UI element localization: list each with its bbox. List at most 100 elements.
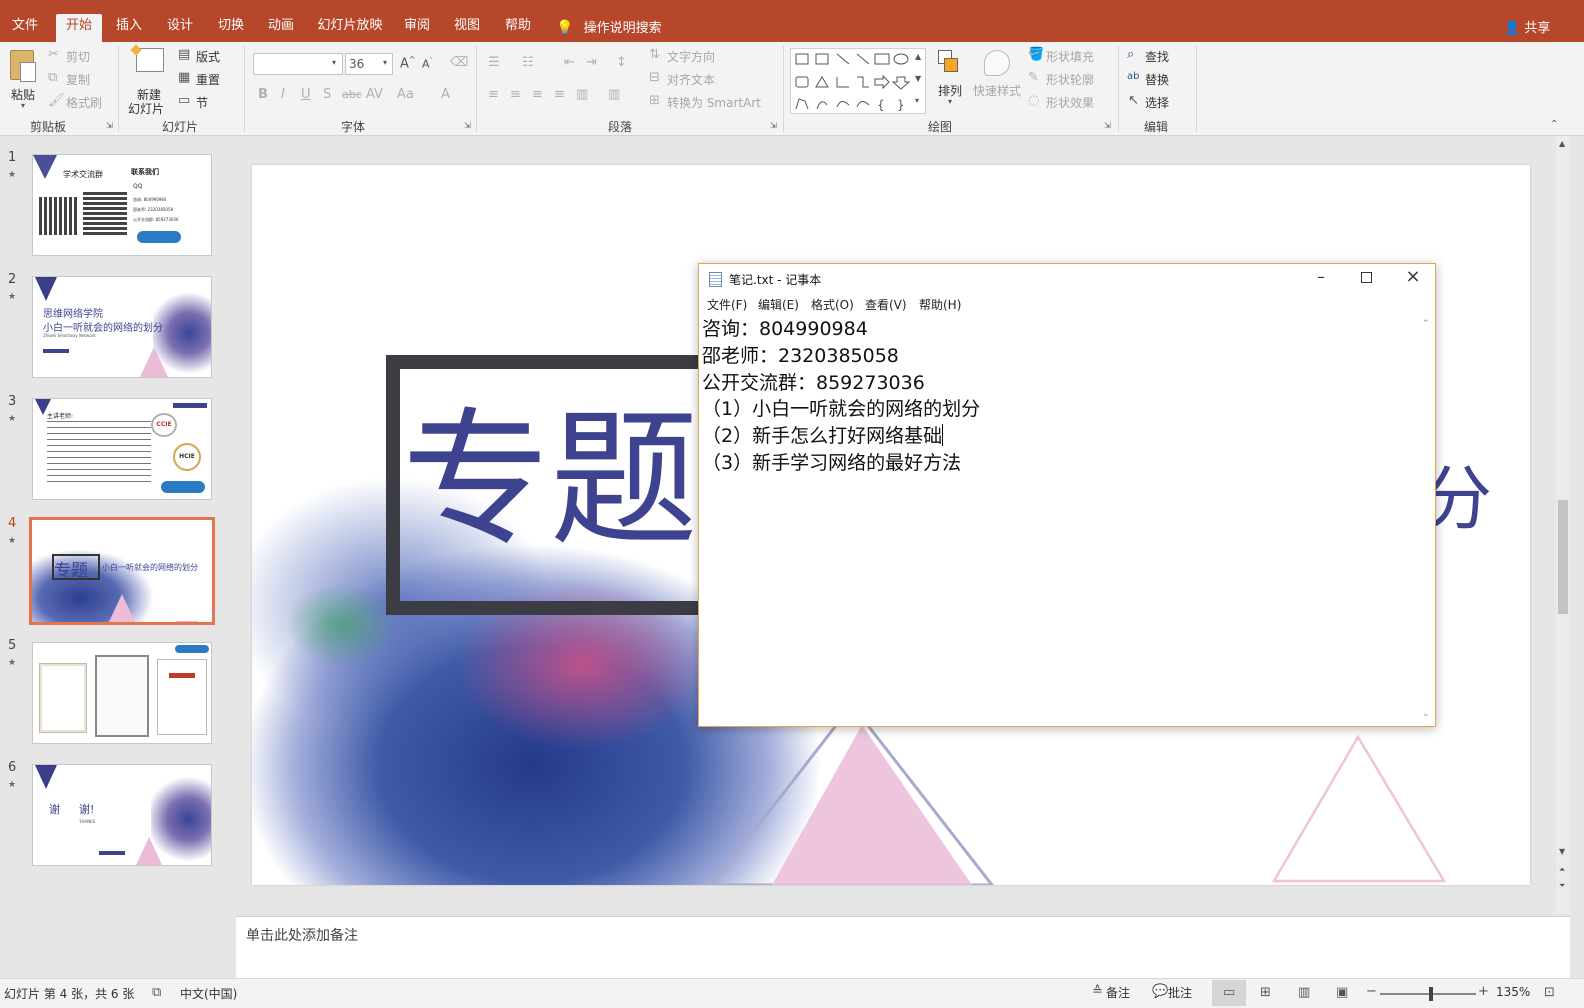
notepad-menu-help[interactable]: 帮助(H)	[919, 296, 961, 313]
slide-thumbnail-1[interactable]: 学术交流群 联系我们 QQ 咨询: 804990984 邵老师: 2320385…	[32, 154, 212, 256]
scroll-up-icon[interactable]: ▲	[1559, 140, 1565, 148]
zoom-slider[interactable]	[1380, 987, 1476, 1001]
replace-button[interactable]: ab 替换	[1127, 71, 1189, 89]
justify-icon[interactable]: ≡	[554, 88, 565, 101]
language-indicator[interactable]: 中文(中国)	[180, 985, 237, 1002]
notepad-vertical-scrollbar[interactable]: ⌃ ⌄	[1418, 316, 1435, 724]
notepad-menu-format[interactable]: 格式(O)	[811, 296, 854, 313]
notepad-menu-file[interactable]: 文件(F)	[707, 296, 747, 313]
char-spacing-button[interactable]: AV	[366, 88, 383, 101]
new-slide-button[interactable]: 新建 幻灯片	[126, 44, 176, 116]
change-case-button[interactable]: Aa	[397, 88, 414, 101]
comments-button[interactable]: 💬 批注	[1152, 984, 1202, 1002]
maximize-icon[interactable]	[1361, 272, 1372, 283]
scroll-down-icon[interactable]: ▼	[1559, 848, 1565, 856]
align-text-button[interactable]: ⊟ 对齐文本	[649, 71, 739, 89]
italic-button[interactable]: I	[281, 88, 285, 101]
tab-animations[interactable]: 动画	[260, 14, 302, 42]
columns-icon[interactable]: ▥	[608, 88, 620, 101]
decrease-indent-icon[interactable]: ⇤	[564, 56, 575, 69]
strikethrough-button[interactable]: abc	[342, 89, 362, 100]
arrange-button[interactable]: 排列 ▾	[934, 48, 966, 112]
zoom-out-icon[interactable]: −	[1366, 985, 1377, 998]
bullets-icon[interactable]: ☰	[488, 56, 500, 69]
tab-help[interactable]: 帮助	[497, 14, 539, 42]
dialog-launcher-icon[interactable]: ⇲	[106, 122, 113, 130]
slide-thumbnail-5[interactable]	[32, 642, 212, 744]
align-center-icon[interactable]: ≡	[510, 88, 521, 101]
align-left-icon[interactable]: ≡	[488, 88, 499, 101]
copy-button[interactable]: ⧉ 复制	[48, 71, 108, 89]
tab-design[interactable]: 设计	[159, 14, 201, 42]
shadow-button[interactable]: S	[323, 88, 331, 101]
shape-effects-button[interactable]: ◌ 形状效果	[1028, 94, 1108, 112]
shape-fill-button[interactable]: 🪣 形状填充	[1028, 48, 1108, 66]
font-color-button[interactable]: A	[441, 88, 450, 101]
format-painter-button[interactable]: 🖌 格式刷	[48, 94, 108, 112]
share-button[interactable]: 👤 共享	[1504, 17, 1550, 36]
distributed-icon[interactable]: ▥	[576, 88, 588, 101]
next-slide-icon[interactable]: ⏷	[1559, 882, 1565, 890]
increase-indent-icon[interactable]: ⇥	[586, 56, 597, 69]
notepad-menu-view[interactable]: 查看(V)	[865, 296, 907, 313]
shapes-gallery[interactable]: {} ▲ ▼ ▾	[790, 48, 926, 114]
section-button[interactable]: ▭ 节	[178, 94, 236, 112]
font-size-combo[interactable]: 36 ▾	[345, 53, 393, 75]
grow-font-icon[interactable]: A^	[400, 56, 416, 71]
shrink-font-icon[interactable]: Aˇ	[422, 58, 433, 70]
text-direction-button[interactable]: ⇅ 文字方向	[649, 48, 739, 66]
line-spacing-icon[interactable]: ↕	[616, 56, 627, 69]
scroll-up-icon[interactable]: ⌃	[1422, 320, 1430, 329]
previous-slide-icon[interactable]: ⏶	[1559, 866, 1565, 874]
tab-file[interactable]: 文件	[4, 14, 46, 42]
align-right-icon[interactable]: ≡	[532, 88, 543, 101]
notepad-titlebar[interactable]: 笔记.txt - 记事本 – ×	[699, 264, 1435, 294]
slide-thumbnail-4[interactable]: 专题 小白一听就会的网络的划分	[29, 517, 215, 625]
slide-thumbnail-3[interactable]: 主讲老师: CCIE HCIE	[32, 398, 212, 500]
notepad-text-area[interactable]: 咨询：804990984 邵老师：2320385058 公开交流群：85927303…	[702, 316, 1416, 724]
tab-insert[interactable]: 插入	[108, 14, 150, 42]
slide-thumbnail-2[interactable]: 思维网络学院 小白一听就会的网络的划分 Zhiwei Smartway Netw…	[32, 276, 212, 378]
shape-outline-button[interactable]: ✎ 形状轮廓	[1028, 71, 1108, 89]
normal-view-button[interactable]: ▭	[1212, 980, 1246, 1006]
underline-button[interactable]: U	[301, 88, 311, 101]
find-button[interactable]: ⌕ 查找	[1127, 48, 1187, 66]
scroll-thumb[interactable]	[1558, 500, 1568, 614]
zoom-level[interactable]: 135%	[1496, 985, 1530, 999]
zoom-in-icon[interactable]: +	[1478, 985, 1489, 998]
notes-button[interactable]: ≙ 备注	[1092, 984, 1142, 1002]
quick-styles-button[interactable]: 快速样式	[970, 48, 1024, 112]
tell-me-search[interactable]: 💡 操作说明搜索	[556, 17, 662, 37]
scroll-down-icon[interactable]: ⌄	[1422, 710, 1430, 719]
dialog-launcher-icon[interactable]: ⇲	[1104, 122, 1111, 130]
gallery-scroll-icon[interactable]: ▼	[915, 75, 921, 83]
clear-formatting-icon[interactable]: ⌫	[450, 56, 468, 69]
reset-button[interactable]: ▦ 重置	[178, 71, 236, 89]
collapse-ribbon-icon[interactable]: ⌃	[1550, 120, 1558, 130]
notepad-menu-edit[interactable]: 编辑(E)	[758, 296, 799, 313]
slide-sorter-icon[interactable]: ⊞	[1260, 986, 1271, 999]
spell-check-icon[interactable]: ⧉	[152, 986, 161, 999]
gallery-scroll-icon[interactable]: ▲	[915, 53, 921, 61]
tab-transitions[interactable]: 切换	[210, 14, 252, 42]
minimize-icon[interactable]: –	[1311, 267, 1331, 286]
zoom-slider-thumb[interactable]	[1429, 987, 1433, 1001]
numbering-icon[interactable]: ☷	[522, 56, 534, 69]
notes-pane[interactable]: 单击此处添加备注	[236, 916, 1570, 978]
dialog-launcher-icon[interactable]: ⇲	[464, 122, 471, 130]
slideshow-icon[interactable]: ▣	[1336, 986, 1348, 999]
tab-view[interactable]: 视图	[446, 14, 488, 42]
tab-slideshow[interactable]: 幻灯片放映	[312, 14, 388, 42]
layout-button[interactable]: ▤ 版式	[178, 48, 236, 66]
reading-view-icon[interactable]: ▥	[1298, 986, 1310, 999]
bold-button[interactable]: B	[258, 88, 268, 101]
slide-thumbnail-6[interactable]: 谢 谢! THANKS	[32, 764, 212, 866]
font-name-combo[interactable]: ▾	[253, 53, 343, 75]
editor-vertical-scrollbar[interactable]: ▲ ▼ ⏶ ⏷	[1556, 136, 1570, 914]
dialog-launcher-icon[interactable]: ⇲	[770, 122, 777, 130]
tab-home[interactable]: 开始	[56, 14, 102, 42]
tab-review[interactable]: 审阅	[396, 14, 438, 42]
select-button[interactable]: ↖ 选择	[1127, 94, 1189, 112]
paste-button[interactable]: 粘贴 ▾	[6, 48, 42, 110]
convert-smartart-button[interactable]: ⊞ 转换为 SmartArt	[649, 94, 771, 112]
